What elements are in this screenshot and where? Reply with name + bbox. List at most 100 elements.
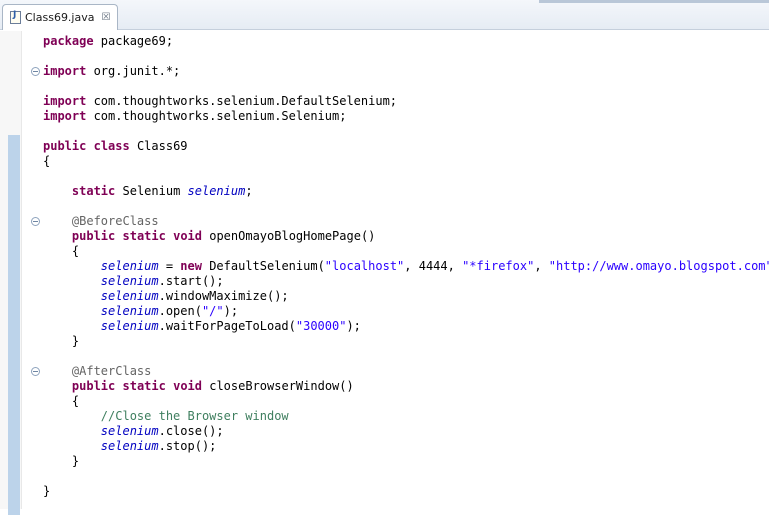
code-token: void: [173, 379, 202, 393]
close-icon[interactable]: ☒: [101, 12, 110, 23]
code-line: }: [43, 334, 769, 349]
code-token: .open(: [158, 304, 202, 318]
code-token: ;: [245, 184, 253, 198]
fold-toggle-icon[interactable]: [31, 217, 40, 226]
code-token: com.thoughtworks.selenium.Selenium;: [86, 109, 347, 123]
code-token: @BeforeClass: [43, 214, 159, 228]
code-token: package: [43, 34, 94, 48]
code-token: {: [43, 244, 80, 258]
code-line: import com.thoughtworks.selenium.Default…: [43, 94, 769, 109]
code-line: public static void openOmayoBlogHomePage…: [43, 229, 769, 244]
code-line: selenium.waitForPageToLoad("30000");: [43, 319, 769, 334]
code-token: import: [43, 94, 87, 108]
code-token: }: [43, 334, 80, 348]
code-token: public: [71, 229, 116, 243]
code-line: selenium.open("/");: [43, 304, 769, 319]
code-token: .stop();: [158, 439, 217, 453]
code-line: }: [43, 484, 769, 499]
code-line: public class Class69: [43, 139, 769, 154]
code-token: );: [346, 319, 361, 333]
tab-bar-strip: [539, 0, 769, 3]
code-token: {: [43, 394, 80, 408]
code-token: Class69: [129, 139, 188, 153]
code-token: }: [43, 454, 80, 468]
fold-toggle-icon[interactable]: [31, 67, 40, 76]
code-token: import: [43, 109, 87, 123]
code-token: public: [43, 139, 87, 153]
tab-title: Class69.java: [25, 11, 95, 24]
code-token: }: [43, 484, 51, 498]
code-token: openOmayoBlogHomePage(): [202, 229, 376, 243]
code-editor[interactable]: package package69; import org.junit.*; i…: [0, 31, 769, 515]
code-token: .waitForPageToLoad(: [158, 319, 296, 333]
code-token: selenium: [100, 259, 159, 273]
code-line: @BeforeClass: [43, 214, 769, 229]
code-token: import: [43, 64, 87, 78]
code-line: selenium.windowMaximize();: [43, 289, 769, 304]
code-token: new: [180, 259, 202, 273]
java-file-icon: [10, 10, 21, 24]
code-token: //Close the Browser window: [43, 409, 289, 423]
code-token: "http://www.omayo.blogspot.com": [548, 259, 769, 273]
code-token: @AfterClass: [43, 364, 152, 378]
code-token: );: [223, 304, 239, 318]
code-token: public: [71, 379, 116, 393]
code-line: {: [43, 154, 769, 169]
code-token: =: [158, 259, 181, 273]
code-token: selenium: [100, 274, 159, 288]
code-line: public static void closeBrowserWindow(): [43, 379, 769, 394]
change-bar: [8, 135, 20, 515]
code-token: .start();: [158, 274, 224, 288]
code-token: Selenium: [115, 184, 188, 198]
code-line: {: [43, 394, 769, 409]
code-line: selenium = new DefaultSelenium("localhos…: [43, 259, 769, 274]
code-token: selenium: [100, 304, 159, 318]
code-token: static: [122, 379, 166, 393]
change-ruler: [0, 31, 22, 515]
source-code[interactable]: package package69; import org.junit.*; i…: [43, 34, 769, 499]
code-token: "30000": [295, 319, 347, 333]
code-line: //Close the Browser window: [43, 409, 769, 424]
code-line: import org.junit.*;: [43, 64, 769, 79]
code-token: .close();: [158, 424, 224, 438]
code-line: selenium.close();: [43, 424, 769, 439]
code-token: selenium: [100, 319, 159, 333]
fold-toggle-icon[interactable]: [31, 367, 40, 376]
editor-tab-class69[interactable]: Class69.java ☒: [2, 4, 118, 30]
code-line: import com.thoughtworks.selenium.Seleniu…: [43, 109, 769, 124]
code-line: static Selenium selenium;: [43, 184, 769, 199]
code-token: class: [93, 139, 130, 153]
code-token: , 4444,: [404, 259, 463, 273]
code-token: package69;: [93, 34, 174, 48]
code-token: "*firefox": [462, 259, 535, 273]
code-line: selenium.start();: [43, 274, 769, 289]
java-editor-window: Class69.java ☒ package package69; import…: [0, 0, 769, 515]
code-line: {: [43, 244, 769, 259]
code-token: static: [122, 229, 166, 243]
code-token: {: [43, 154, 51, 168]
editor-tab-bar: Class69.java ☒: [0, 0, 769, 30]
code-token: "localhost": [324, 259, 405, 273]
code-token: void: [173, 229, 202, 243]
code-line: selenium.stop();: [43, 439, 769, 454]
